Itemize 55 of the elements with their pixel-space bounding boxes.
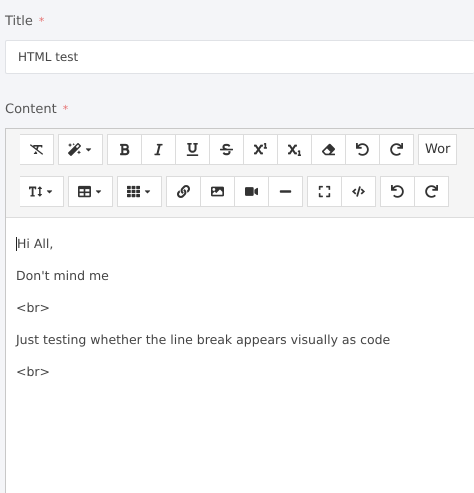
required-mark: *	[38, 14, 44, 28]
clear-format-icon	[30, 143, 43, 156]
underline-button[interactable]	[175, 134, 210, 165]
superscript-button[interactable]	[243, 134, 278, 165]
grid-button[interactable]	[117, 176, 162, 207]
underline-icon	[186, 143, 199, 156]
code-icon	[352, 185, 365, 198]
code-button[interactable]	[341, 176, 376, 207]
video-icon	[245, 185, 258, 198]
table-button[interactable]	[68, 176, 113, 207]
fullscreen-icon	[318, 185, 331, 198]
paragraph: <br>	[16, 363, 50, 381]
image-button[interactable]	[200, 176, 235, 207]
redo-button[interactable]	[379, 134, 414, 165]
paragraph: Hi All,	[17, 235, 54, 253]
grid-icon	[127, 185, 140, 198]
redo-icon	[425, 185, 438, 198]
rich-text-editor[interactable]: Wor Hi All, Don't mind me <br> Just testing whether the line break appears visually as code <br>	[5, 128, 474, 493]
italic-icon	[152, 143, 165, 156]
required-mark: *	[62, 102, 68, 116]
subscript-button[interactable]	[277, 134, 312, 165]
link-button[interactable]	[166, 176, 201, 207]
video-button[interactable]	[234, 176, 269, 207]
subscript-icon	[288, 143, 301, 156]
paragraph: Just testing whether the line break appears visually as code	[16, 331, 390, 349]
undo-button[interactable]	[380, 176, 415, 207]
strikethrough-button[interactable]	[209, 134, 244, 165]
redo-button[interactable]	[414, 176, 449, 207]
title-input[interactable]: HTML test	[5, 40, 474, 74]
image-icon	[211, 185, 224, 198]
bold-icon	[118, 143, 131, 156]
superscript-icon	[254, 143, 267, 156]
bold-button[interactable]	[107, 134, 142, 165]
undo-icon	[356, 143, 369, 156]
eraser-icon	[322, 143, 335, 156]
link-icon	[177, 185, 190, 198]
paragraph: <br>	[16, 299, 50, 317]
text-height-icon	[29, 185, 42, 198]
text-height-button[interactable]	[20, 176, 64, 207]
fullscreen-button[interactable]	[307, 176, 342, 207]
field-label: Title	[5, 14, 33, 28]
toolbar-button[interactable]: Wor	[418, 134, 458, 165]
magic-wand-button[interactable]	[58, 134, 103, 165]
field-label: Content	[5, 102, 57, 116]
eraser-button[interactable]	[311, 134, 346, 165]
magic-wand-icon	[68, 143, 81, 156]
undo-button[interactable]	[345, 134, 380, 165]
redo-icon	[390, 143, 403, 156]
horizontal-rule-button[interactable]	[268, 176, 303, 207]
undo-icon	[391, 185, 404, 198]
paragraph: Don't mind me	[16, 267, 109, 285]
italic-button[interactable]	[141, 134, 176, 165]
strikethrough-icon	[220, 143, 233, 156]
clear-format-button[interactable]	[20, 134, 54, 165]
table-icon	[78, 185, 91, 198]
